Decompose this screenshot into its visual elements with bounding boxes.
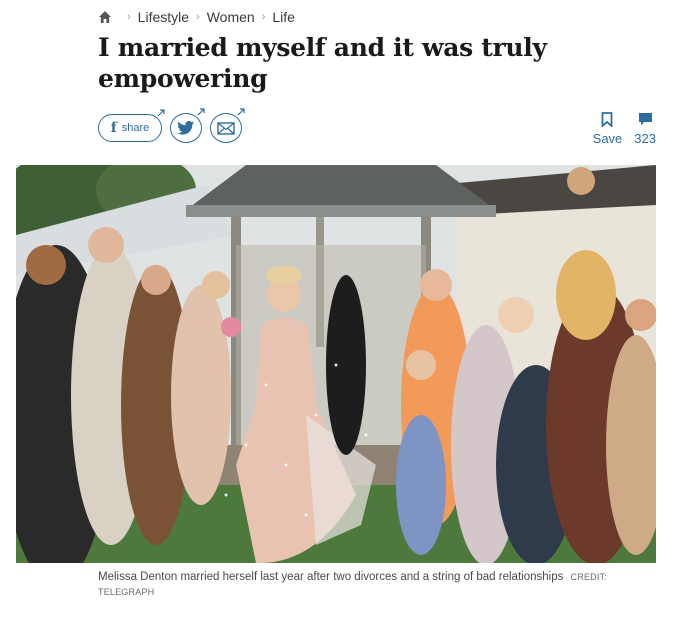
email-share-button[interactable]	[210, 108, 245, 143]
credit-source: TELEGRAPH	[98, 587, 155, 597]
breadcrumb-item-women[interactable]: Women	[207, 9, 255, 25]
chevron-right-icon: ›	[261, 11, 266, 23]
article-actions: Save 323	[593, 112, 656, 146]
facebook-share-button[interactable]: f share	[98, 109, 165, 142]
breadcrumb-item-lifestyle[interactable]: Lifestyle	[138, 9, 189, 25]
breadcrumb-item-life[interactable]: Life	[272, 9, 295, 25]
external-arrow-icon	[197, 108, 205, 116]
hero-image	[16, 165, 656, 563]
external-arrow-icon	[237, 108, 245, 116]
breadcrumb: › Lifestyle › Women › Life	[98, 9, 295, 25]
comment-icon	[638, 113, 652, 126]
email-icon	[217, 121, 235, 135]
twitter-icon	[177, 120, 195, 135]
comments-button[interactable]: 323	[634, 112, 656, 146]
share-bar: f share	[98, 108, 245, 143]
home-icon[interactable]	[98, 10, 112, 24]
facebook-share-label: share	[121, 122, 150, 134]
save-label: Save	[592, 131, 623, 146]
chevron-right-icon: ›	[127, 11, 131, 23]
facebook-icon: f	[110, 120, 117, 136]
comments-count: 323	[634, 131, 656, 146]
caption-text: Melissa Denton married herself last year…	[98, 571, 564, 583]
credit-label: CREDIT:	[570, 572, 607, 582]
twitter-share-button[interactable]	[170, 108, 205, 143]
article-headline: I married myself and it was truly empowe…	[98, 33, 547, 93]
save-button[interactable]: Save	[592, 112, 623, 146]
bookmark-icon	[602, 112, 613, 127]
external-arrow-icon	[157, 109, 165, 117]
wedding-photo	[16, 165, 656, 563]
chevron-right-icon: ›	[196, 11, 200, 23]
image-caption: Melissa Denton married herself last year…	[98, 570, 658, 600]
